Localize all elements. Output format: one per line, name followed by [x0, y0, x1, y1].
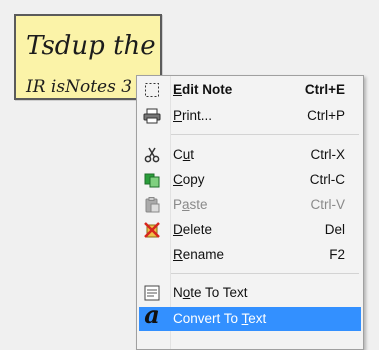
- menu-item-cut[interactable]: Cut Ctrl-X: [139, 143, 361, 167]
- shortcut-label: Ctrl+P: [307, 108, 345, 123]
- printer-icon: [143, 107, 161, 125]
- copy-icon: [143, 171, 161, 189]
- shortcut-label: F2: [329, 247, 345, 262]
- handwriting-line-1: Tsdup the: [26, 31, 156, 61]
- shortcut-label: Del: [324, 222, 345, 237]
- menu-separator: [171, 273, 359, 274]
- handwriting-a-icon: a: [144, 299, 160, 329]
- handwriting-line-2: IR isNotes 3: [25, 77, 132, 97]
- menu-item-print[interactable]: Print... Ctrl+P: [139, 104, 361, 128]
- mnemonic-a: a: [182, 197, 190, 212]
- mnemonic-e: E: [173, 82, 183, 97]
- shortcut-label: Ctrl+E: [304, 82, 345, 97]
- menu-separator: [171, 134, 359, 135]
- mnemonic-c: C: [173, 172, 183, 187]
- menu-item-convert-to-text[interactable]: a Convert To Text: [139, 299, 361, 331]
- menu-item-note-to-text[interactable]: Note To Text: [139, 281, 361, 305]
- shortcut-label: Ctrl-V: [310, 197, 346, 212]
- menu-item-paste[interactable]: Paste Ctrl-V: [139, 193, 361, 217]
- scissors-icon: [143, 146, 161, 164]
- mnemonic-d: D: [173, 222, 183, 237]
- menu-item-copy[interactable]: Copy Ctrl-C: [139, 168, 361, 192]
- menu-item-edit-note[interactable]: Edit Note Ctrl+E: [139, 78, 361, 102]
- shortcut-label: Ctrl-C: [309, 172, 345, 187]
- menu-item-delete[interactable]: Delete Del: [139, 218, 361, 242]
- mnemonic-p: P: [173, 108, 183, 123]
- context-menu: Edit Note Ctrl+E Print... Ctrl+P Cut Ctr…: [136, 75, 364, 350]
- clipboard-icon: [143, 196, 161, 214]
- delete-icon: [143, 221, 161, 239]
- shortcut-label: Ctrl-X: [310, 147, 346, 162]
- mnemonic-r: R: [173, 247, 183, 262]
- menu-item-rename[interactable]: Rename F2: [139, 243, 361, 267]
- dashed-square-icon: [143, 81, 161, 99]
